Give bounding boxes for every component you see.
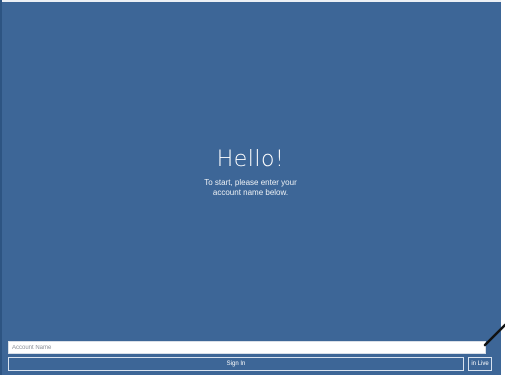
live-button[interactable]: in Live xyxy=(468,357,492,371)
greeting-subtitle-line2: account name below. xyxy=(212,188,289,197)
account-name-input[interactable] xyxy=(8,341,486,354)
login-screen: Hello! To start, please enter your accou… xyxy=(0,0,501,375)
greeting-title: Hello! xyxy=(216,147,285,172)
greeting-block: Hello! To start, please enter your accou… xyxy=(0,146,501,198)
stylus-pointer-icon xyxy=(483,323,505,347)
greeting-subtitle: To start, please enter your account name… xyxy=(0,178,501,198)
sign-in-button[interactable]: Sign In xyxy=(8,357,464,371)
top-border xyxy=(0,0,501,2)
right-edge xyxy=(501,0,505,375)
greeting-subtitle-line1: To start, please enter your xyxy=(204,178,297,187)
